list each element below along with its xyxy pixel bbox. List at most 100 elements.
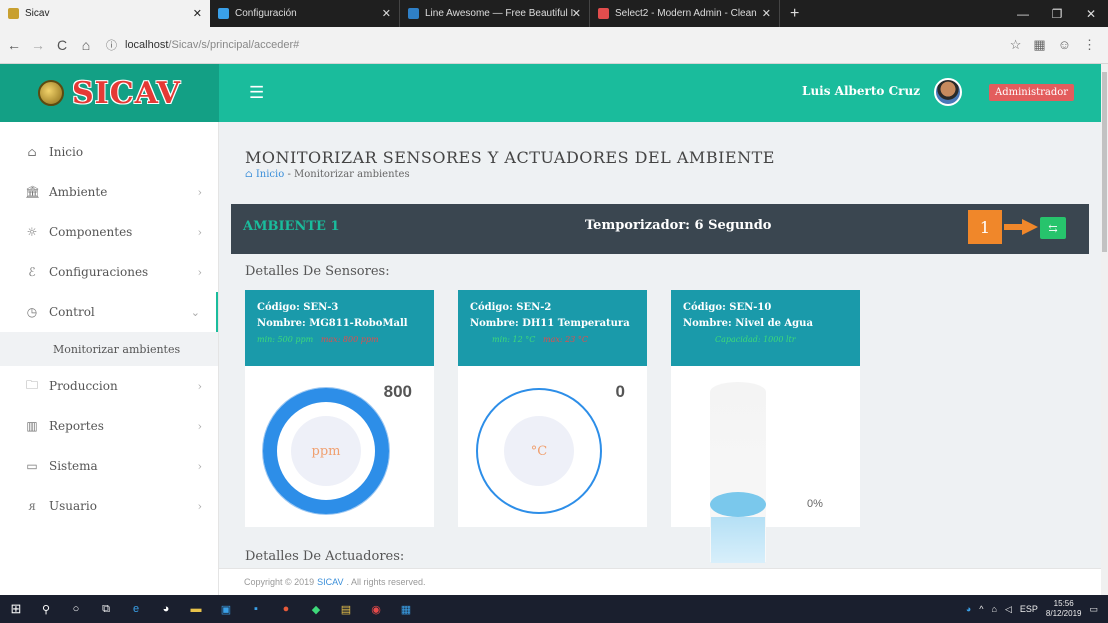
sensor-name: Nombre: MG811-RoboMall bbox=[257, 318, 408, 329]
new-tab-button[interactable]: + bbox=[780, 0, 809, 27]
sensor-card-temperature: Código: SEN-2 Nombre: DH11 Temperatura m… bbox=[458, 290, 647, 527]
extension-icon[interactable]: ▦ bbox=[1033, 37, 1045, 53]
brand-logo-area[interactable]: SICAV bbox=[0, 64, 219, 122]
chevron-right-icon: › bbox=[197, 459, 202, 473]
hamburger-menu-icon[interactable]: ☰ bbox=[249, 83, 264, 103]
sidebar-item-ambiente[interactable]: 🏛 Ambiente › bbox=[0, 172, 218, 212]
menu-dots-icon[interactable]: ⋮ bbox=[1083, 37, 1096, 53]
task-view-icon[interactable]: ⧉ bbox=[96, 602, 116, 616]
sidebar-item-reportes[interactable]: ▥ Reportes › bbox=[0, 406, 218, 446]
app-icon-4[interactable]: ◆ bbox=[306, 602, 326, 616]
app-icon-3[interactable]: ● bbox=[276, 602, 296, 616]
breadcrumb-separator: - bbox=[287, 169, 291, 180]
footer-prefix: Copyright © 2019 bbox=[244, 577, 315, 587]
breadcrumb: ⌂ Inicio - Monitorizar ambientes bbox=[245, 169, 410, 180]
sidebar-item-inicio[interactable]: ⌂ Inicio bbox=[0, 132, 218, 172]
browser-tab-configuracion[interactable]: Configuración ✕ bbox=[210, 0, 400, 27]
sidebar-item-componentes[interactable]: ☼ Componentes › bbox=[0, 212, 218, 252]
close-tab-icon[interactable]: ✕ bbox=[193, 7, 202, 20]
scrollbar-thumb[interactable] bbox=[1102, 72, 1107, 252]
browser-tab-line-awesome[interactable]: Line Awesome — Free Beautiful I ✕ bbox=[400, 0, 590, 27]
wrench-icon: ℰ bbox=[28, 265, 36, 279]
tray-chevron-icon[interactable]: ^ bbox=[979, 604, 983, 614]
water-level-percent: 0% bbox=[807, 498, 823, 510]
sensor-card-header: Código: SEN-10 Nombre: Nivel de Agua Cap… bbox=[671, 290, 860, 366]
app-icon-2[interactable]: ▪ bbox=[246, 602, 266, 616]
return-button[interactable]: ⇆ bbox=[1040, 217, 1066, 239]
app-icon-6[interactable]: ▦ bbox=[396, 602, 416, 616]
minimize-icon[interactable]: — bbox=[1006, 0, 1040, 27]
sensor-card-header: Código: SEN-2 Nombre: DH11 Temperatura m… bbox=[458, 290, 647, 366]
select2-favicon-icon bbox=[598, 8, 609, 19]
brand-emblem-icon bbox=[38, 80, 65, 106]
forward-arrow-icon[interactable]: → bbox=[28, 37, 48, 53]
chrome-icon[interactable]: ◉ bbox=[366, 602, 386, 616]
page-scrollbar[interactable] bbox=[1101, 64, 1108, 595]
footer-suffix: . All rights reserved. bbox=[346, 577, 426, 587]
info-icon[interactable]: ⓘ bbox=[106, 37, 117, 53]
breadcrumb-home-icon[interactable]: ⌂ bbox=[245, 169, 253, 180]
breadcrumb-current: Monitorizar ambientes bbox=[294, 169, 410, 180]
browser-tab-sicav[interactable]: Sicav ✕ bbox=[0, 0, 210, 27]
sensor-unit: °C bbox=[530, 443, 548, 459]
sensor-range: Capacidad: 1000 ltr bbox=[683, 332, 848, 348]
notification-icon[interactable]: ▭ bbox=[1089, 604, 1098, 615]
close-window-icon[interactable]: ✕ bbox=[1074, 0, 1108, 27]
close-tab-icon[interactable]: ✕ bbox=[382, 7, 391, 20]
water-level bbox=[710, 492, 766, 517]
sidebar-item-configuraciones[interactable]: ℰ Configuraciones › bbox=[0, 252, 218, 292]
reload-icon[interactable]: C bbox=[52, 37, 72, 53]
steam-icon[interactable]: ◕ bbox=[156, 602, 176, 616]
home-browser-icon[interactable]: ⌂ bbox=[76, 37, 96, 53]
tray-clock[interactable]: 15:56 8/12/2019 bbox=[1046, 599, 1082, 619]
sicav-favicon-icon bbox=[8, 8, 19, 19]
tab-label: Sicav bbox=[25, 8, 50, 19]
profile-icon[interactable]: ☺ bbox=[1058, 37, 1071, 53]
cortana-icon[interactable]: ○ bbox=[66, 602, 86, 616]
search-icon[interactable]: ⚲ bbox=[36, 602, 56, 616]
avatar[interactable] bbox=[934, 78, 962, 106]
files-icon[interactable]: ▬ bbox=[186, 602, 206, 616]
app-icon-5[interactable]: ▤ bbox=[336, 602, 356, 616]
browser-tab-select2[interactable]: Select2 - Modern Admin - Clean ✕ bbox=[590, 0, 780, 27]
users-icon: ᴙ bbox=[28, 499, 36, 513]
close-tab-icon[interactable]: ✕ bbox=[762, 7, 771, 20]
close-tab-icon[interactable]: ✕ bbox=[572, 7, 581, 20]
user-name[interactable]: Luis Alberto Cruz bbox=[802, 84, 920, 98]
chevron-right-icon: › bbox=[197, 265, 202, 279]
app-icon-1[interactable]: ▣ bbox=[216, 602, 236, 616]
sidebar-item-control[interactable]: ◷ Control ⌄ bbox=[0, 292, 218, 332]
components-icon: ☼ bbox=[26, 225, 38, 239]
bookmark-star-icon[interactable]: ☆ bbox=[1010, 37, 1022, 53]
sidebar: ⌂ Inicio 🏛 Ambiente › ☼ Componentes › ℰ … bbox=[0, 122, 219, 595]
tray-language[interactable]: ESP bbox=[1020, 604, 1038, 614]
tray-volume-icon[interactable]: ◁ bbox=[1005, 604, 1012, 615]
maximize-icon[interactable]: ❐ bbox=[1040, 0, 1074, 27]
sidebar-item-sistema[interactable]: ▭ Sistema › bbox=[0, 446, 218, 486]
url-field[interactable]: ⓘ localhost/Sicav/s/principal/acceder# bbox=[106, 32, 1010, 58]
footer-link[interactable]: SICAV bbox=[317, 577, 343, 587]
sensor-gauge: ppm bbox=[263, 388, 389, 514]
line-awesome-favicon-icon bbox=[408, 8, 419, 19]
back-arrow-icon[interactable]: ← bbox=[4, 37, 24, 53]
tray-date: 8/12/2019 bbox=[1045, 609, 1082, 618]
sidebar-subitem-monitorizar[interactable]: Monitorizar ambientes bbox=[0, 332, 218, 366]
breadcrumb-home-link[interactable]: Inicio bbox=[256, 169, 284, 180]
sidebar-item-usuario[interactable]: ᴙ Usuario › bbox=[0, 486, 218, 526]
tray-network-icon[interactable]: ⌂ bbox=[992, 604, 997, 614]
home-icon: ⌂ bbox=[27, 145, 37, 159]
sidebar-item-label: Produccion bbox=[49, 379, 118, 393]
sensor-name: Nombre: Nivel de Agua bbox=[683, 318, 813, 329]
sensor-value: 800 bbox=[383, 382, 412, 401]
windows-start-icon[interactable]: ⊞ bbox=[6, 601, 26, 616]
sensor-card-co2: Código: SEN-3 Nombre: MG811-RoboMall min… bbox=[245, 290, 434, 527]
sidebar-item-produccion[interactable]: 🗀 Produccion › bbox=[0, 366, 218, 406]
chevron-right-icon: › bbox=[197, 225, 202, 239]
sensor-card-body: 800 ppm bbox=[245, 366, 434, 527]
sensor-min: min: 500 ppm bbox=[257, 335, 314, 344]
sensor-max: max: 23 °C bbox=[543, 335, 588, 344]
edge-browser-icon[interactable]: e bbox=[126, 602, 146, 616]
sidebar-item-label: Usuario bbox=[49, 499, 97, 513]
tray-app-icon[interactable]: ◕ bbox=[966, 604, 971, 614]
sidebar-item-label: Inicio bbox=[49, 145, 84, 159]
